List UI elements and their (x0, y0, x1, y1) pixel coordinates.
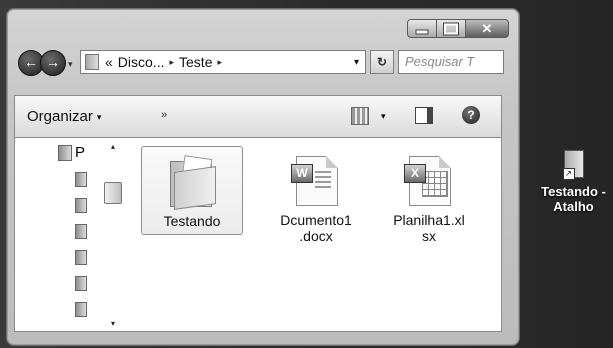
back-arrow-icon: ← (24, 54, 38, 70)
breadcrumb-disco[interactable]: Disco... (118, 54, 165, 70)
preview-pane-icon[interactable] (415, 107, 433, 124)
minimize-icon (415, 29, 429, 34)
tree-item-top[interactable]: P (58, 144, 85, 161)
close-button[interactable]: ✕ (466, 19, 509, 38)
navigation-bar: ← → ▾ « Disco... ▸ Teste ▸ ▾ ↻ Pesquisar… (18, 50, 504, 76)
help-button[interactable]: ? (462, 106, 480, 124)
address-bar[interactable]: « Disco... ▸ Teste ▸ ▾ (80, 50, 366, 74)
tree-item-label: P (75, 144, 86, 161)
folder-icon (168, 155, 216, 210)
tree-item-folder-icon[interactable] (75, 172, 87, 187)
chevron-down-icon: ▾ (96, 111, 102, 122)
search-input[interactable]: Pesquisar T (398, 50, 504, 74)
excel-spreadsheet-icon: X (404, 156, 453, 206)
file-item-planilha[interactable]: X Planilha1.xl sx (378, 146, 480, 244)
refresh-button[interactable]: ↻ (370, 50, 394, 74)
view-options-dropdown[interactable]: ▾ (381, 111, 386, 122)
tree-item-folder-icon[interactable] (75, 224, 87, 239)
desktop-shortcut[interactable]: ↗ Testando - Atalho (534, 150, 613, 214)
content-area: P ▴ ▾ Testando W Dcumento1 .docx X Plani… (14, 138, 502, 332)
help-icon: ? (467, 108, 475, 122)
navigation-pane: P ▴ ▾ (15, 138, 125, 331)
file-name: Testando (163, 213, 221, 229)
folder-icon (58, 144, 72, 161)
scroll-thumb[interactable] (104, 182, 122, 204)
breadcrumb-teste[interactable]: Teste (179, 54, 212, 70)
more-commands-button[interactable]: » (161, 109, 167, 121)
window-controls: ✕ (407, 19, 509, 38)
word-document-icon: W (291, 156, 340, 206)
file-item-testando[interactable]: Testando (141, 146, 243, 235)
file-name: Planilha1.xl sx (393, 212, 465, 244)
organize-label: Organizar (27, 108, 93, 125)
change-view-icon[interactable] (351, 107, 369, 125)
maximize-button[interactable] (437, 19, 466, 38)
organize-button[interactable]: Organizar ▾ (27, 108, 101, 125)
scroll-up-icon[interactable]: ▴ (106, 142, 120, 151)
forward-button[interactable]: → (40, 50, 66, 76)
refresh-icon: ↻ (376, 55, 388, 69)
word-badge: W (291, 164, 313, 183)
maximize-icon (444, 23, 458, 34)
excel-badge: X (404, 164, 426, 183)
close-icon: ✕ (481, 20, 493, 36)
address-prefix[interactable]: « (105, 54, 113, 70)
tree-item-folder-icon[interactable] (75, 276, 87, 291)
command-toolbar: Organizar ▾ » ▾ ? (14, 95, 502, 138)
shortcut-label: Testando - Atalho (541, 184, 606, 214)
breadcrumb-separator-icon[interactable]: ▸ (217, 57, 222, 68)
recent-pages-dropdown[interactable]: ▾ (68, 59, 73, 70)
tree-scrollbar[interactable]: ▴ ▾ (104, 142, 122, 328)
file-name: Dcumento1 .docx (280, 212, 352, 244)
shortcut-folder-icon: ↗ (562, 150, 585, 180)
file-item-documento[interactable]: W Dcumento1 .docx (265, 146, 367, 244)
shortcut-arrow-icon: ↗ (562, 168, 575, 180)
breadcrumb-separator-icon[interactable]: ▸ (169, 57, 174, 68)
scroll-down-icon[interactable]: ▾ (106, 319, 120, 328)
tree-item-folder-icon[interactable] (75, 250, 87, 265)
tree-item-folder-icon[interactable] (75, 302, 87, 317)
address-dropdown-icon[interactable]: ▾ (354, 57, 359, 68)
minimize-button[interactable] (407, 19, 437, 38)
tree-item-folder-icon[interactable] (75, 198, 87, 213)
forward-arrow-icon: → (46, 54, 60, 70)
folder-icon (85, 54, 99, 70)
